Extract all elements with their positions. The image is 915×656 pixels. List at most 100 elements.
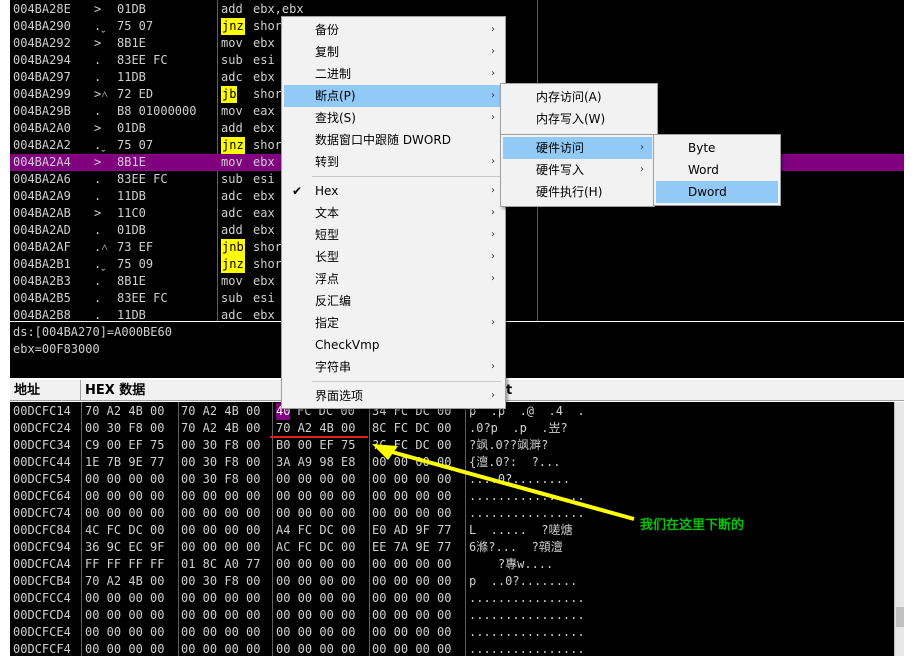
dump-row[interactable]: 00DCFC44 1E 7B 9E 77 00 30 F8 00 3A A9 98 E… xyxy=(10,454,894,471)
menu-item[interactable]: 硬件写入 › xyxy=(503,159,652,181)
dump-hex-group[interactable]: 00 00 00 00 xyxy=(181,522,260,539)
menu-item[interactable]: 字符串 › xyxy=(284,356,503,378)
dump-hex-group[interactable]: 00 00 00 00 xyxy=(85,505,164,522)
menu-item[interactable]: 转到 › xyxy=(284,151,503,173)
dump-hex-group[interactable]: 00 30 F8 00 xyxy=(181,471,260,488)
dump-row[interactable]: 00DCFCC4 00 00 00 00 00 00 00 00 00 00 00 0… xyxy=(10,590,894,607)
dump-hex-group[interactable]: 00 00 00 00 xyxy=(85,624,164,641)
dump-hex-group[interactable]: 00 30 F8 00 xyxy=(85,420,164,437)
dump-hex-group[interactable]: 00 00 00 00 xyxy=(276,556,355,573)
menu-item[interactable]: 内存写入(W) xyxy=(503,108,655,130)
dump-hex-group[interactable]: 00 00 00 00 xyxy=(276,590,355,607)
dump-hex-group[interactable]: 00 00 00 00 xyxy=(181,488,260,505)
dump-hex-group[interactable]: 70 A2 4B 00 xyxy=(181,403,260,420)
dump-hex-group[interactable]: 00 00 00 00 xyxy=(276,607,355,624)
menu-item[interactable]: 复制 › xyxy=(284,41,503,63)
menu-item[interactable]: 界面选项 › xyxy=(284,385,503,407)
menu-item[interactable]: 备份 › xyxy=(284,19,503,41)
dump-hex-group[interactable]: 00 00 00 00 xyxy=(276,505,355,522)
menu-item[interactable]: 断点(P) › xyxy=(284,85,503,107)
menu-item[interactable]: 数据窗口中跟随 DWORD xyxy=(284,129,503,151)
dump-hex-group[interactable]: 3A A9 98 E8 xyxy=(276,454,355,471)
dump-hex-group[interactable]: 00 00 00 00 xyxy=(181,505,260,522)
dump-hex-group[interactable]: AC FC DC 00 xyxy=(276,539,355,556)
dump-hex-group[interactable]: 00 00 00 00 xyxy=(276,573,355,590)
menu-item[interactable]: 硬件执行(H) xyxy=(503,181,652,203)
dump-row[interactable]: 00DCFC74 00 00 00 00 00 00 00 00 00 00 00 0… xyxy=(10,505,894,522)
menu-item[interactable]: 反汇编 xyxy=(284,290,503,312)
dump-hex-group[interactable]: 00 00 00 00 xyxy=(372,488,451,505)
menu-item[interactable]: 内存访问(A) xyxy=(503,86,655,108)
dump-hex-group[interactable]: 00 00 00 00 xyxy=(276,624,355,641)
dump-hex-group[interactable]: 00 00 00 00 xyxy=(372,454,451,471)
dump-hex-group[interactable]: 70 A2 4B 00 xyxy=(276,420,355,437)
dump-hex-group[interactable]: 00 00 00 00 xyxy=(85,607,164,624)
dump-pane[interactable]: 00DCFC14 70 A2 4B 00 70 A2 4B 00 40 FC DC 00… xyxy=(10,402,894,656)
menu-item[interactable]: 二进制 › xyxy=(284,63,503,85)
dump-hex-group[interactable]: 70 A2 4B 00 xyxy=(181,420,260,437)
menu-item[interactable]: Hex ✔ › xyxy=(284,180,503,202)
dump-hex-group[interactable]: 1E 7B 9E 77 xyxy=(85,454,164,471)
dump-hex-group[interactable]: 8C FC DC 00 xyxy=(372,420,451,437)
dump-hex-group[interactable]: 00 30 F8 00 xyxy=(181,573,260,590)
dump-hex-group[interactable]: 00 00 00 00 xyxy=(372,590,451,607)
dump-hex-group[interactable]: ?C FC DC 00 xyxy=(372,437,451,454)
dump-row[interactable]: 00DCFC84 4C FC DC 00 00 00 00 00 A4 FC DC 0… xyxy=(10,522,894,539)
dump-row[interactable]: 00DCFCF4 00 00 00 00 00 00 00 00 00 00 00 0… xyxy=(10,641,894,656)
dump-hex-group[interactable]: 00 00 00 00 xyxy=(85,590,164,607)
menu-item[interactable]: Word xyxy=(656,159,778,181)
breakpoint-submenu-hardware[interactable]: 硬件访问 › 硬件写入 › 硬件执行(H) xyxy=(500,134,655,207)
dump-hex-group[interactable]: 00 00 00 00 xyxy=(85,488,164,505)
context-menu[interactable]: 备份 › 复制 › 二进制 › 断点(P) › 查找(S) › 数据窗口中跟随 DWORD 转到 › He… xyxy=(281,16,506,409)
dump-hex-group[interactable]: 00 00 00 00 xyxy=(372,556,451,573)
dump-hex-group[interactable]: 00 30 F8 00 xyxy=(181,437,260,454)
dump-hex-group[interactable]: 00 00 00 00 xyxy=(372,607,451,624)
dump-hex-group[interactable]: 00 00 00 00 xyxy=(372,573,451,590)
dump-hex-group[interactable]: 4C FC DC 00 xyxy=(85,522,164,539)
dump-row[interactable]: 00DCFC94 36 9C EC 9F 00 00 00 00 AC FC DC 0… xyxy=(10,539,894,556)
dump-hex-group[interactable]: EE 7A 9E 77 xyxy=(372,539,451,556)
dump-row[interactable]: 00DCFCD4 00 00 00 00 00 00 00 00 00 00 00 0… xyxy=(10,607,894,624)
dump-hex-group[interactable]: 00 00 00 00 xyxy=(181,607,260,624)
dump-hex-group[interactable]: C9 00 EF 75 xyxy=(85,437,164,454)
menu-item[interactable]: 指定 › xyxy=(284,312,503,334)
column-header-address[interactable]: 地址 xyxy=(10,380,81,401)
dump-row[interactable]: 00DCFC24 00 30 F8 00 70 A2 4B 00 70 A2 4B 0… xyxy=(10,420,894,437)
dump-row[interactable]: 00DCFC34 C9 00 EF 75 00 30 F8 00 B0 00 EF 7… xyxy=(10,437,894,454)
menu-item[interactable]: 查找(S) › xyxy=(284,107,503,129)
dump-row[interactable]: 00DCFC64 00 00 00 00 00 00 00 00 00 00 00 0… xyxy=(10,488,894,505)
hardware-access-submenu[interactable]: Byte Word Dword xyxy=(653,134,781,206)
dump-hex-group[interactable]: 00 00 00 00 xyxy=(85,641,164,656)
dump-hex-group[interactable]: 00 00 00 00 xyxy=(372,641,451,656)
dump-hex-group[interactable]: 70 A2 4B 00 xyxy=(85,403,164,420)
menu-item[interactable]: 硬件访问 › xyxy=(503,137,652,159)
dump-hex-group[interactable]: 00 00 00 00 xyxy=(181,641,260,656)
menu-item[interactable]: Dword xyxy=(656,181,778,203)
dump-hex-group[interactable]: 00 00 00 00 xyxy=(372,624,451,641)
column-header-ascii[interactable]: t xyxy=(466,380,904,401)
dump-hex-group[interactable]: 00 00 00 00 xyxy=(276,488,355,505)
dump-hex-group[interactable]: 00 30 F8 00 xyxy=(181,454,260,471)
dump-row[interactable]: 00DCFCE4 00 00 00 00 00 00 00 00 00 00 00 0… xyxy=(10,624,894,641)
menu-item[interactable]: 短型 › xyxy=(284,224,503,246)
dump-hex-group[interactable]: 00 00 00 00 xyxy=(372,471,451,488)
dump-hex-group[interactable]: 00 00 00 00 xyxy=(181,539,260,556)
dump-hex-group[interactable]: 00 00 00 00 xyxy=(276,641,355,656)
menu-item[interactable]: 文本 › xyxy=(284,202,503,224)
menu-item[interactable]: 长型 › xyxy=(284,246,503,268)
menu-item[interactable]: 浮点 › xyxy=(284,268,503,290)
dump-hex-group[interactable]: 01 8C A0 77 xyxy=(181,556,260,573)
breakpoint-submenu[interactable]: 内存访问(A) 内存写入(W) xyxy=(500,83,658,135)
dump-row[interactable]: 00DCFCA4 FF FF FF FF 01 8C A0 77 00 00 00 0… xyxy=(10,556,894,573)
dump-hex-group[interactable]: FF FF FF FF xyxy=(85,556,164,573)
dump-hex-group[interactable]: 00 00 00 00 xyxy=(276,471,355,488)
dump-hex-group[interactable]: B0 00 EF 75 xyxy=(276,437,355,454)
dump-row[interactable]: 00DCFC54 00 00 00 00 00 30 F8 00 00 00 00 0… xyxy=(10,471,894,488)
dump-hex-group[interactable]: A4 FC DC 00 xyxy=(276,522,355,539)
dump-hex-group[interactable]: E0 AD 9F 77 xyxy=(372,522,451,539)
dump-scrollbar[interactable] xyxy=(894,402,904,656)
dump-hex-group[interactable]: 36 9C EC 9F xyxy=(85,539,164,556)
dump-hex-group[interactable]: 00 00 00 00 xyxy=(181,590,260,607)
scrollbar-thumb[interactable] xyxy=(896,607,904,627)
dump-row[interactable]: 00DCFCB4 70 A2 4B 00 00 30 F8 00 00 00 00 0… xyxy=(10,573,894,590)
